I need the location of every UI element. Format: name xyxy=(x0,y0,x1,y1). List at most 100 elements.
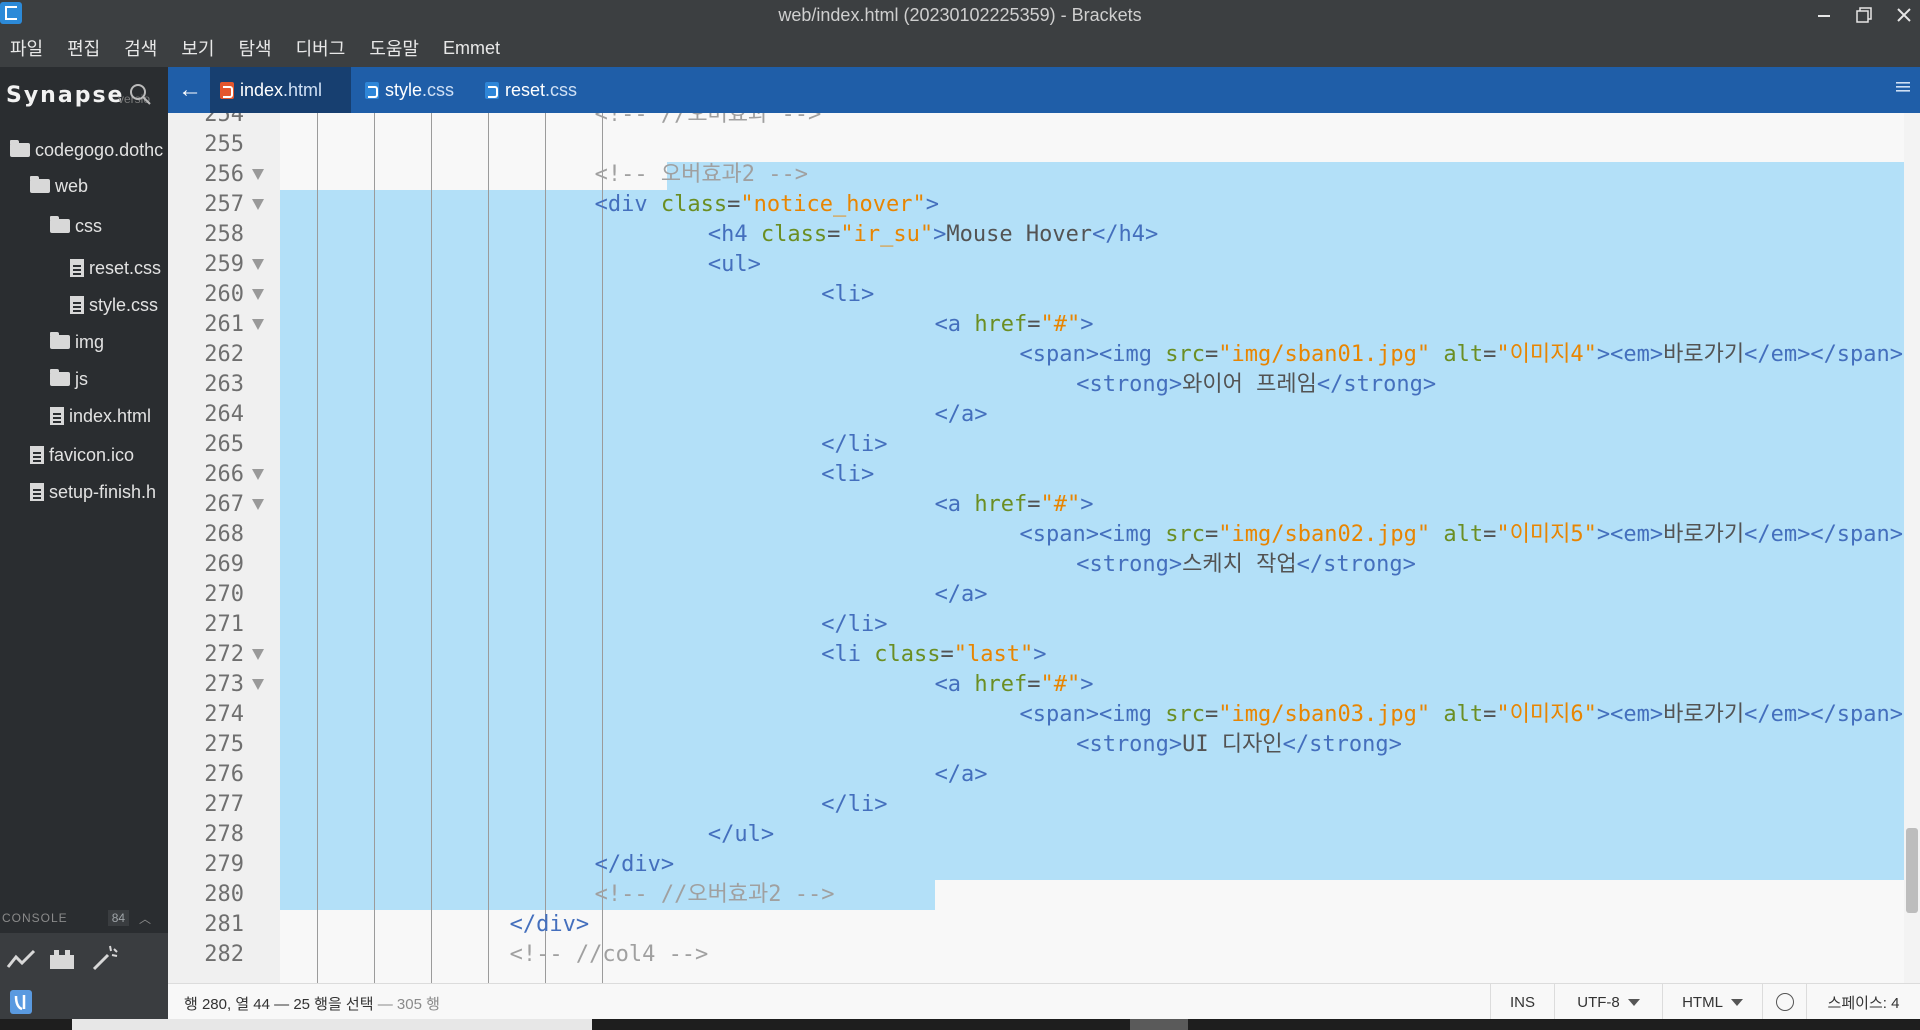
hamburger-menu-icon[interactable] xyxy=(1896,81,1910,93)
close-button[interactable] xyxy=(1884,0,1920,29)
tree-folder[interactable]: codegogo.dothc xyxy=(10,135,163,165)
code-line[interactable]: 266 <li> xyxy=(168,460,1920,490)
tree-folder[interactable]: web xyxy=(30,171,88,201)
code-line[interactable]: 265 </li> xyxy=(168,430,1920,460)
tab-style-css[interactable]: style .css xyxy=(355,67,475,113)
code-line[interactable]: 269 <strong>스케치 작업</strong> xyxy=(168,550,1920,580)
cursor-position-text: 행 280, 열 44 — 25 행을 선택 xyxy=(184,996,374,1013)
tab-index-html[interactable]: index .html xyxy=(210,67,351,113)
code-text: </a> xyxy=(935,400,988,430)
menu-navigate[interactable]: 탐색 xyxy=(239,35,282,61)
tree-file[interactable]: index.html xyxy=(50,401,151,431)
code-line[interactable]: 268 <span><img src="img/sban02.jpg" alt="… xyxy=(168,520,1920,550)
fold-toggle-icon[interactable] xyxy=(252,319,264,330)
tree-file[interactable]: setup-finish.h xyxy=(30,477,156,507)
tab-reset-css[interactable]: reset .css xyxy=(475,67,605,113)
fold-toggle-icon[interactable] xyxy=(252,259,264,270)
code-line[interactable]: 280 <!-- //오버효과2 --> xyxy=(168,880,1920,910)
code-line[interactable]: 279 </div> xyxy=(168,850,1920,880)
encoding-select[interactable]: UTF-8 xyxy=(1554,984,1662,1020)
code-token: > xyxy=(933,222,947,247)
magic-wand-icon[interactable] xyxy=(90,943,120,973)
code-line[interactable]: 276 </a> xyxy=(168,760,1920,790)
code-line[interactable]: 275 <strong>UI 디자인</strong> xyxy=(168,730,1920,760)
tree-item-label: codegogo.dothc xyxy=(35,139,164,160)
code-line[interactable]: 254 <!-- //오버효과 --> xyxy=(168,113,1920,130)
menu-file[interactable]: 파일 xyxy=(10,35,53,61)
line-number: 280 xyxy=(204,882,244,907)
fold-toggle-icon[interactable] xyxy=(252,469,264,480)
close-icon xyxy=(1897,7,1911,22)
code-line[interactable]: 271 </li> xyxy=(168,610,1920,640)
vertical-scrollbar[interactable] xyxy=(1904,113,1920,983)
code-line[interactable]: 258 <h4 class="ir_su">Mouse Hover</h4> xyxy=(168,220,1920,250)
minimize-button[interactable] xyxy=(1804,0,1844,29)
language-select[interactable]: HTML xyxy=(1662,984,1762,1020)
menu-view[interactable]: 보기 xyxy=(181,35,224,61)
git-icon[interactable] xyxy=(6,987,36,1017)
code-line[interactable]: 263 <strong>와이어 프레임</strong> xyxy=(168,370,1920,400)
code-token: alt xyxy=(1443,342,1484,367)
code-text: <a href="#"> xyxy=(935,670,1094,700)
linter-status[interactable] xyxy=(1762,984,1806,1020)
code-token: href xyxy=(974,672,1028,697)
console-panel-toggle[interactable]: CONSOLE 84 ︿ xyxy=(0,903,168,933)
menu-help[interactable]: 도움말 xyxy=(369,35,429,61)
code-editor[interactable]: 254 <!-- //오버효과 --> 255 256 <!-- 오버효과2 --> 25… xyxy=(168,113,1920,983)
code-line[interactable]: 278 </ul> xyxy=(168,820,1920,850)
fold-toggle-icon[interactable] xyxy=(252,289,264,300)
code-line[interactable]: 255 xyxy=(168,130,1920,160)
tree-file[interactable]: reset.css xyxy=(70,253,161,283)
fold-toggle-icon[interactable] xyxy=(252,199,264,210)
code-line[interactable]: 260 <li> xyxy=(168,280,1920,310)
code-line[interactable]: 270 </a> xyxy=(168,580,1920,610)
menu-debug[interactable]: 디버그 xyxy=(296,35,356,61)
code-line[interactable]: 282 <!-- //col4 --> xyxy=(168,940,1920,970)
tree-folder[interactable]: js xyxy=(50,364,88,394)
tree-file[interactable]: style.css xyxy=(70,290,158,320)
code-line[interactable]: 281 </div> xyxy=(168,910,1920,940)
live-preview-icon[interactable] xyxy=(6,945,36,975)
tree-folder[interactable]: css xyxy=(50,211,102,241)
code-token: 와이어 프레임 xyxy=(1182,372,1317,397)
code-line[interactable]: 273 <a href="#"> xyxy=(168,670,1920,700)
code-line[interactable]: 277 </li> xyxy=(168,790,1920,820)
code-line[interactable]: 257 <div class="notice_hover"> xyxy=(168,190,1920,220)
code-text: <div class="notice_hover"> xyxy=(595,190,939,220)
code-text: <strong>와이어 프레임</strong> xyxy=(1076,370,1436,400)
scroll-thumb[interactable] xyxy=(1906,828,1918,913)
fold-toggle-icon[interactable] xyxy=(252,169,264,180)
code-line[interactable]: 274 <span><img src="img/sban03.jpg" alt="… xyxy=(168,700,1920,730)
tree-folder[interactable]: img xyxy=(50,327,104,357)
code-text: </div> xyxy=(510,910,589,940)
fold-toggle-icon[interactable] xyxy=(252,679,264,690)
fold-toggle-icon[interactable] xyxy=(252,499,264,510)
back-arrow-icon[interactable]: ← xyxy=(178,76,202,104)
folder-icon xyxy=(50,216,70,233)
code-token: Mouse Hover xyxy=(946,222,1093,247)
menu-emmet[interactable]: Emmet xyxy=(443,38,510,59)
restore-button[interactable] xyxy=(1844,0,1884,29)
tree-file[interactable]: favicon.ico xyxy=(30,440,134,470)
code-line[interactable]: 264 </a> xyxy=(168,400,1920,430)
extension-manager-icon[interactable] xyxy=(47,945,77,975)
line-number: 258 xyxy=(204,222,244,247)
code-line[interactable]: 256 <!-- 오버효과2 --> xyxy=(168,160,1920,190)
linter-circle-icon xyxy=(1775,993,1794,1011)
insert-mode-toggle[interactable]: INS xyxy=(1490,984,1554,1020)
search-icon[interactable] xyxy=(128,82,152,106)
menu-edit[interactable]: 편집 xyxy=(67,35,110,61)
code-line[interactable]: 262 <span><img src="img/sban01.jpg" alt="… xyxy=(168,340,1920,370)
fold-toggle-icon[interactable] xyxy=(252,649,264,660)
menu-find[interactable]: 검색 xyxy=(124,35,167,61)
cursor-position[interactable]: 행 280, 열 44 — 25 행을 선택 — 305 행 xyxy=(184,993,440,1014)
code-token: = xyxy=(727,192,741,217)
code-token: class xyxy=(760,222,828,247)
code-line[interactable]: 261 <a href="#"> xyxy=(168,310,1920,340)
line-number: 270 xyxy=(204,582,244,607)
code-token: 바로가기 xyxy=(1663,522,1745,547)
code-line[interactable]: 267 <a href="#"> xyxy=(168,490,1920,520)
indent-setting[interactable]: 스페이스: 4 xyxy=(1806,984,1920,1020)
code-line[interactable]: 272 <li class="last"> xyxy=(168,640,1920,670)
code-line[interactable]: 259 <ul> xyxy=(168,250,1920,280)
